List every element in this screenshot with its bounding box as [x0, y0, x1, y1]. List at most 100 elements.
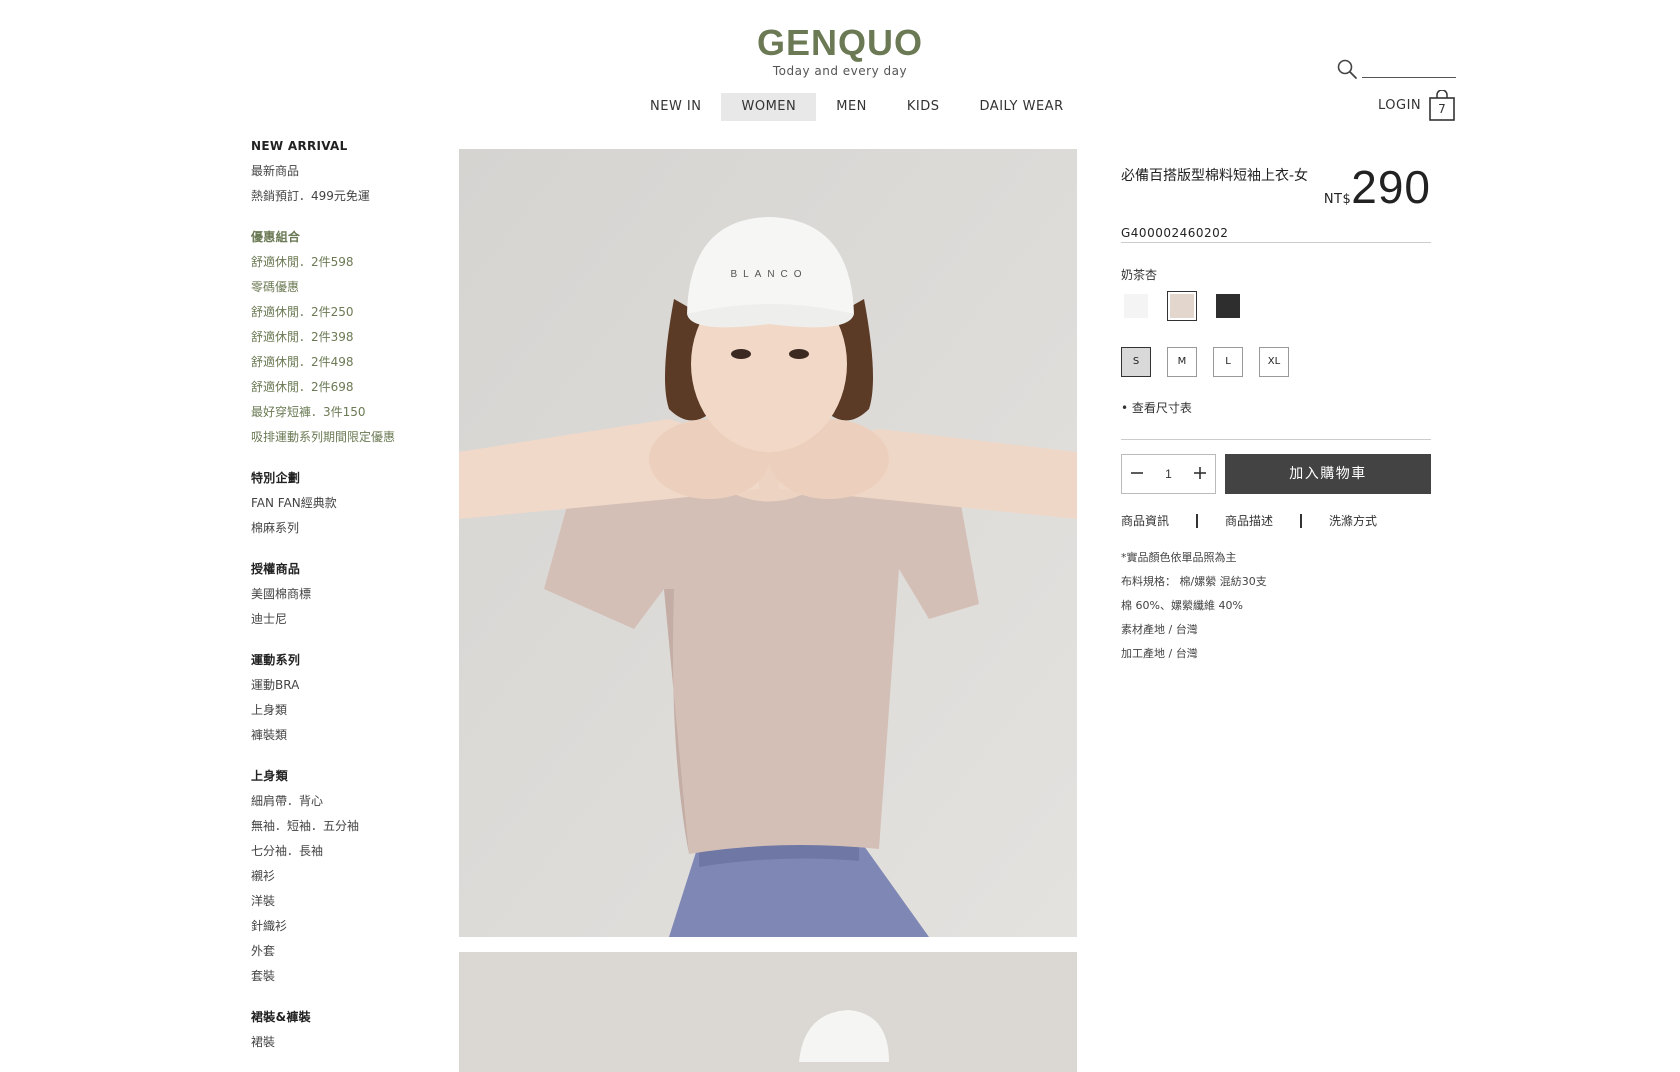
- brand-name: GENQUO: [756, 22, 923, 63]
- sidebar-item[interactable]: 無袖．短袖．五分袖: [251, 814, 451, 839]
- plus-glyph: [1194, 467, 1206, 479]
- sidebar-item[interactable]: 零碼優惠: [251, 275, 451, 300]
- sidebar-group-tops: 上身類 細肩帶．背心 無袖．短袖．五分袖 七分袖．長袖 襯衫 洋裝 針織衫 外套…: [251, 764, 451, 989]
- sidebar-item[interactable]: 舒適休閒．2件250: [251, 300, 451, 325]
- sidebar-item[interactable]: 外套: [251, 939, 451, 964]
- size-button-xl[interactable]: XL: [1259, 347, 1289, 377]
- sidebar-heading[interactable]: 特別企劃: [251, 466, 451, 491]
- sidebar-item[interactable]: 迪士尼: [251, 607, 451, 632]
- sidebar-group-bottoms: 裙裝&褲裝 裙裝: [251, 1005, 451, 1055]
- sidebar-item[interactable]: 褲裝類: [251, 723, 451, 748]
- brand-logo[interactable]: GENQUO Today and every day: [740, 22, 940, 78]
- quantity-stepper: [1121, 454, 1216, 494]
- color-swatch-milk-tea[interactable]: [1167, 291, 1197, 321]
- tab-washing-instructions[interactable]: 洗滌方式: [1329, 512, 1377, 529]
- sidebar-item[interactable]: 運動BRA: [251, 673, 451, 698]
- detail-line: 加工產地 / 台灣: [1121, 647, 1198, 660]
- sidebar-item[interactable]: FAN FAN經典款: [251, 491, 451, 516]
- category-sidebar: NEW ARRIVAL 最新商品 熱銷預訂．499元免運 優惠組合 舒適休閒．2…: [251, 134, 451, 1071]
- price-value: 290: [1351, 161, 1431, 213]
- sidebar-heading[interactable]: 運動系列: [251, 648, 451, 673]
- product-photo[interactable]: BLANCO: [459, 149, 1077, 937]
- minus-glyph: [1131, 472, 1143, 474]
- color-swatch-white[interactable]: [1121, 291, 1151, 321]
- svg-text:BLANCO: BLANCO: [730, 269, 807, 280]
- nav-item-kids[interactable]: KIDS: [887, 93, 960, 121]
- sidebar-item[interactable]: 洋裝: [251, 889, 451, 914]
- detail-line: 布料規格： 棉/嫘縈 混紡30支: [1121, 575, 1267, 588]
- sidebar-group-special: 特別企劃 FAN FAN經典款 棉麻系列: [251, 466, 451, 541]
- tab-product-description[interactable]: 商品描述: [1225, 512, 1273, 529]
- sidebar-item[interactable]: 美國棉商標: [251, 582, 451, 607]
- size-button-l[interactable]: L: [1213, 347, 1243, 377]
- detail-line: 棉 60%、嫘縈纖維 40%: [1121, 599, 1243, 612]
- sidebar-item[interactable]: 襯衫: [251, 864, 451, 889]
- tab-separator: [1196, 513, 1199, 528]
- size-selector: S M L XL: [1121, 347, 1289, 377]
- swatch-chip: [1216, 294, 1240, 318]
- model-illustration: BLANCO: [459, 149, 1077, 937]
- size-chart-link[interactable]: • 查看尺寸表: [1121, 399, 1192, 416]
- quantity-input[interactable]: [1153, 466, 1184, 482]
- product-info-tabs: 商品資訊 商品描述 洗滌方式: [1121, 512, 1377, 529]
- cart-count: 7: [1438, 102, 1446, 116]
- detail-line: *實品顏色依單品照為主: [1121, 551, 1237, 564]
- add-to-cart-button[interactable]: 加入購物車: [1225, 454, 1431, 494]
- tab-product-info[interactable]: 商品資訊: [1121, 512, 1169, 529]
- secondary-model-illustration: [459, 952, 1077, 1072]
- main-nav: NEW IN WOMEN MEN KIDS DAILY WEAR: [630, 93, 1084, 121]
- sidebar-heading[interactable]: NEW ARRIVAL: [251, 134, 451, 159]
- color-swatches: [1121, 291, 1243, 321]
- divider: [1121, 439, 1431, 440]
- sidebar-item[interactable]: 針織衫: [251, 914, 451, 939]
- sidebar-item[interactable]: 七分袖．長袖: [251, 839, 451, 864]
- product-name: 必備百搭版型棉料短袖上衣-女: [1121, 168, 1309, 184]
- cart-button[interactable]: 7: [1428, 90, 1456, 122]
- minus-icon[interactable]: [1122, 455, 1152, 493]
- tab-separator: [1300, 513, 1303, 528]
- divider: [1121, 242, 1431, 243]
- sidebar-heading[interactable]: 上身類: [251, 764, 451, 789]
- sidebar-item[interactable]: 舒適休閒．2件598: [251, 250, 451, 275]
- sidebar-item[interactable]: 舒適休閒．2件398: [251, 325, 451, 350]
- sidebar-heading[interactable]: 裙裝&褲裝: [251, 1005, 451, 1030]
- sidebar-group-licensed: 授權商品 美國棉商標 迪士尼: [251, 557, 451, 632]
- sidebar-group-new-arrival: NEW ARRIVAL 最新商品 熱銷預訂．499元免運: [251, 134, 451, 209]
- swatch-chip: [1124, 294, 1148, 318]
- sidebar-item[interactable]: 吸排運動系列期間限定優惠: [251, 425, 451, 450]
- sidebar-group-sports: 運動系列 運動BRA 上身類 褲裝類: [251, 648, 451, 748]
- search-input[interactable]: [1362, 56, 1456, 78]
- sidebar-item[interactable]: 最新商品: [251, 159, 451, 184]
- sidebar-item[interactable]: 舒適休閒．2件698: [251, 375, 451, 400]
- sidebar-item[interactable]: 裙裝: [251, 1030, 451, 1055]
- sidebar-item[interactable]: 上身類: [251, 698, 451, 723]
- plus-icon[interactable]: [1185, 455, 1215, 493]
- nav-item-men[interactable]: MEN: [816, 93, 887, 121]
- search-box: [1336, 56, 1456, 80]
- sidebar-group-promotions: 優惠組合 舒適休閒．2件598 零碼優惠 舒適休閒．2件250 舒適休閒．2件3…: [251, 225, 451, 450]
- sidebar-heading[interactable]: 優惠組合: [251, 225, 451, 250]
- sidebar-item[interactable]: 棉麻系列: [251, 516, 451, 541]
- login-link[interactable]: LOGIN: [1378, 98, 1421, 113]
- sidebar-item[interactable]: 套裝: [251, 964, 451, 989]
- sidebar-item[interactable]: 細肩帶．背心: [251, 789, 451, 814]
- product-sku: G400002460202: [1121, 226, 1229, 240]
- color-swatch-black[interactable]: [1213, 291, 1243, 321]
- sidebar-item[interactable]: 舒適休閒．2件498: [251, 350, 451, 375]
- detail-line: 素材產地 / 台灣: [1121, 623, 1198, 636]
- selected-color-label: 奶茶杏: [1121, 268, 1158, 282]
- search-icon[interactable]: [1336, 58, 1358, 80]
- swatch-chip: [1170, 294, 1194, 318]
- product-photo-secondary[interactable]: [459, 952, 1077, 1072]
- size-button-m[interactable]: M: [1167, 347, 1197, 377]
- sidebar-item[interactable]: 熱銷預訂．499元免運: [251, 184, 451, 209]
- nav-item-daily-wear[interactable]: DAILY WEAR: [960, 93, 1084, 121]
- nav-item-new-in[interactable]: NEW IN: [630, 93, 721, 121]
- size-button-s[interactable]: S: [1121, 347, 1151, 377]
- nav-item-women[interactable]: WOMEN: [721, 93, 817, 121]
- brand-tagline: Today and every day: [772, 64, 908, 78]
- product-details: *實品顏色依單品照為主 布料規格： 棉/嫘縈 混紡30支 棉 60%、嫘縈纖維 …: [1121, 546, 1267, 666]
- sidebar-heading[interactable]: 授權商品: [251, 557, 451, 582]
- product-price: NT$290: [1324, 160, 1431, 214]
- sidebar-item[interactable]: 最好穿短褲．3件150: [251, 400, 451, 425]
